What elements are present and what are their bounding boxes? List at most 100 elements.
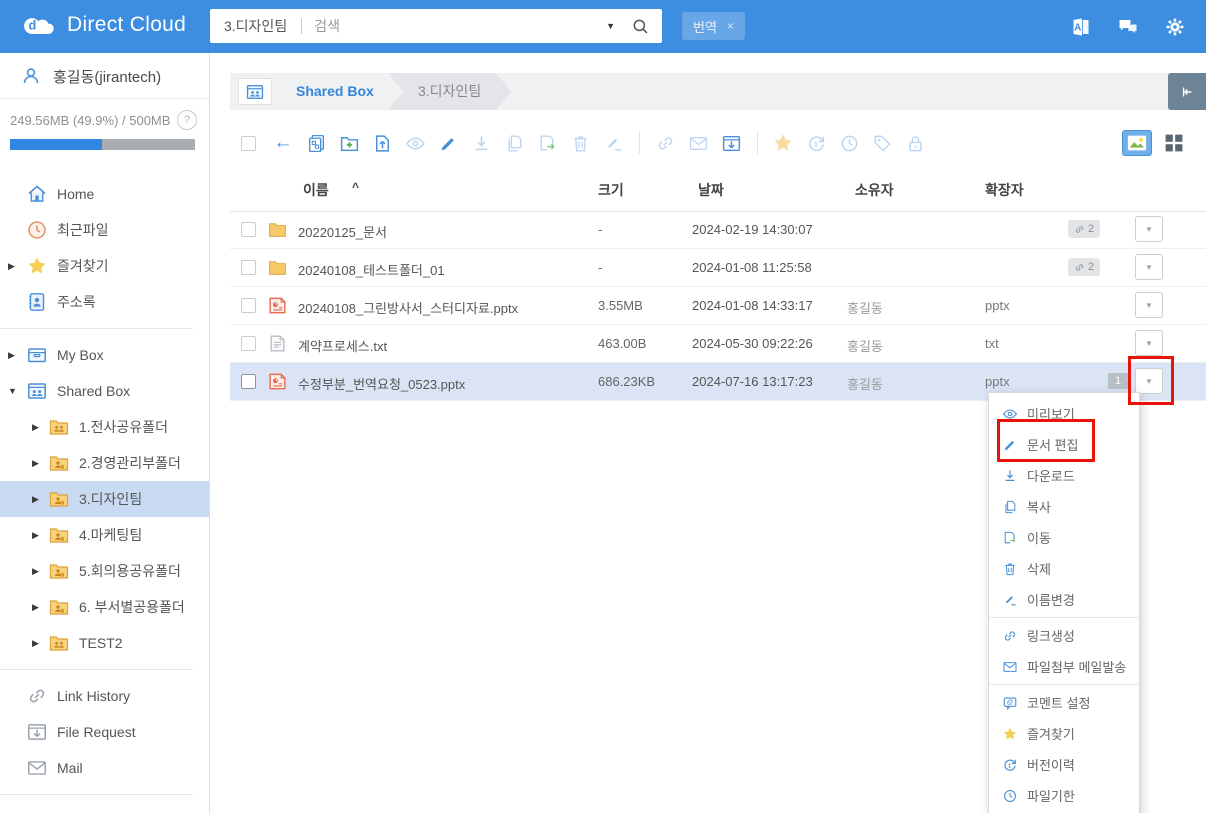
sidebar-item-recent[interactable]: 최근파일 [0, 212, 209, 248]
expand-arrow-icon[interactable]: ▶ [32, 458, 44, 469]
collapse-arrow-icon[interactable]: ▼ [8, 386, 20, 396]
file-name[interactable]: 계약프로세스.txt [298, 336, 387, 355]
settings-gear-icon[interactable] [1164, 16, 1186, 38]
menu-item-rename[interactable]: 이름변경 [989, 584, 1139, 615]
sidebar-folder-test2[interactable]: ▶ TEST2 [0, 625, 209, 661]
row-checkbox[interactable] [241, 374, 256, 389]
menu-item-favorite[interactable]: 즐겨찾기 [989, 718, 1139, 749]
row-menu-button[interactable]: ▼ [1135, 254, 1163, 280]
translate-filter-chip[interactable]: 번역 × [682, 12, 745, 40]
move-button[interactable] [535, 133, 559, 154]
chat-icon[interactable] [1117, 16, 1139, 38]
table-row[interactable]: 20240108_그린방사서_스터디자료.pptx 3.55MB 2024-01… [230, 287, 1206, 325]
expand-arrow-icon[interactable]: ▶ [8, 261, 20, 272]
file-name[interactable]: 수정부분_번역요청_0523.pptx [298, 374, 465, 393]
expand-arrow-icon[interactable]: ▶ [32, 422, 44, 433]
preview-button[interactable] [403, 133, 427, 154]
breadcrumb-current[interactable]: 3.디자인팀 [388, 73, 511, 110]
search-scope-selector[interactable]: 3.디자인팀 [210, 16, 301, 36]
row-menu-button-open[interactable]: ▼ [1135, 368, 1163, 394]
table-row[interactable]: 계약프로세스.txt 463.00B 2024-05-30 09:22:26 홍… [230, 325, 1206, 363]
download-button[interactable] [469, 133, 493, 154]
link-count-badge[interactable]: 2 [1068, 258, 1100, 276]
sidebar-item-mybox[interactable]: ▶ My Box [0, 337, 209, 373]
create-link-button[interactable] [653, 133, 677, 154]
collapse-panel-button[interactable] [1168, 73, 1206, 110]
row-menu-button[interactable]: ▼ [1135, 292, 1163, 318]
expand-arrow-icon[interactable]: ▶ [32, 602, 44, 613]
sidebar-item-trash[interactable]: Trash [0, 803, 209, 813]
file-name[interactable]: 20220125_문서 [298, 222, 387, 241]
row-menu-button[interactable]: ▼ [1135, 330, 1163, 356]
file-request-button[interactable] [719, 133, 743, 154]
menu-item-mail-attach[interactable]: 파일첨부 메일발송 [989, 651, 1139, 682]
row-checkbox[interactable] [241, 336, 256, 351]
lock-button[interactable] [903, 133, 927, 154]
paste-clipboard-button[interactable] [304, 133, 328, 154]
sidebar-item-sharedbox[interactable]: ▼ Shared Box [0, 373, 209, 409]
column-header-ext[interactable]: 확장자 [985, 180, 1024, 200]
expand-arrow-icon[interactable]: ▶ [8, 350, 20, 361]
sidebar-folder-1[interactable]: ▶ 1.전사공유폴더 [0, 409, 209, 445]
sidebar-folder-3-selected[interactable]: ▶ 3.디자인팀 [0, 481, 209, 517]
sidebar-item-favorites[interactable]: ▶ 즐겨찾기 [0, 248, 209, 284]
menu-item-comment[interactable]: 코멘트 설정 [989, 687, 1139, 718]
search-scope-caret-icon[interactable]: ▼ [606, 21, 615, 31]
mail-attach-button[interactable] [686, 133, 710, 154]
row-menu-button[interactable]: ▼ [1135, 216, 1163, 242]
expand-arrow-icon[interactable]: ▶ [32, 530, 44, 541]
expand-arrow-icon[interactable]: ▶ [32, 494, 44, 505]
expand-arrow-icon[interactable]: ▶ [32, 638, 44, 649]
sidebar-item-mail[interactable]: Mail [0, 750, 209, 786]
menu-item-copy[interactable]: 복사 [989, 491, 1139, 522]
tag-button[interactable] [870, 133, 894, 154]
copy-button[interactable] [502, 133, 526, 154]
menu-item-create-link[interactable]: 링크생성 [989, 620, 1139, 651]
sidebar-folder-5[interactable]: ▶ 5.회의용공유폴더 [0, 553, 209, 589]
link-count-badge[interactable]: 2 [1068, 220, 1100, 238]
sidebar-folder-2[interactable]: ▶ 2.경영관리부폴더 [0, 445, 209, 481]
sidebar-folder-4[interactable]: ▶ 4.마케팅팀 [0, 517, 209, 553]
thumbnail-view-button[interactable] [1122, 130, 1152, 156]
file-name[interactable]: 20240108_테스트폴더_01 [298, 260, 445, 279]
menu-item-delete[interactable]: 삭제 [989, 553, 1139, 584]
rename-button[interactable] [601, 133, 625, 154]
delete-button[interactable] [568, 133, 592, 154]
column-header-owner[interactable]: 소유자 [855, 180, 894, 200]
chip-close-icon[interactable]: × [727, 19, 734, 33]
table-row[interactable]: 20220125_문서 - 2024-02-19 14:30:07 2 ▼ [230, 211, 1206, 249]
table-row[interactable]: 20240108_테스트폴더_01 - 2024-01-08 11:25:58 … [230, 249, 1206, 287]
sidebar-item-home[interactable]: Home [0, 176, 209, 212]
menu-item-edit-document[interactable]: 문서 편집 [989, 429, 1139, 460]
back-button[interactable]: ← [271, 132, 295, 154]
file-expiry-button[interactable] [837, 133, 861, 154]
translate-icon[interactable] [1070, 16, 1092, 38]
favorite-button[interactable] [771, 132, 795, 154]
column-header-size[interactable]: 크기 [598, 180, 624, 200]
column-header-date[interactable]: 날짜 [698, 180, 724, 200]
row-checkbox[interactable] [241, 260, 256, 275]
edit-button[interactable] [436, 133, 460, 154]
sidebar-item-link-history[interactable]: Link History [0, 678, 209, 714]
sidebar-item-contacts[interactable]: 주소록 [0, 284, 209, 320]
menu-item-preview[interactable]: 미리보기 [989, 398, 1139, 429]
row-checkbox[interactable] [241, 222, 256, 237]
select-all-checkbox[interactable] [241, 136, 256, 151]
file-name[interactable]: 20240108_그린방사서_스터디자료.pptx [298, 298, 518, 317]
menu-item-version-history[interactable]: 버전이력 [989, 749, 1139, 780]
app-logo[interactable]: Direct Cloud [22, 13, 186, 37]
search-input[interactable]: 검색 [302, 16, 606, 36]
row-checkbox[interactable] [241, 298, 256, 313]
storage-help-icon[interactable]: ? [177, 110, 197, 130]
breadcrumb-root[interactable]: Shared Box [296, 73, 374, 110]
menu-item-move[interactable]: 이동 [989, 522, 1139, 553]
expand-arrow-icon[interactable]: ▶ [32, 566, 44, 577]
menu-item-file-expiry[interactable]: 파일기한 [989, 780, 1139, 811]
sidebar-folder-6[interactable]: ▶ 6. 부서별공용폴더 [0, 589, 209, 625]
sidebar-item-file-request[interactable]: File Request [0, 714, 209, 750]
search-icon[interactable] [631, 17, 650, 36]
new-folder-button[interactable] [337, 133, 361, 154]
version-history-button[interactable] [804, 133, 828, 154]
grid-view-icon[interactable] [1162, 131, 1186, 155]
sort-asc-icon[interactable]: ^ [352, 180, 359, 194]
